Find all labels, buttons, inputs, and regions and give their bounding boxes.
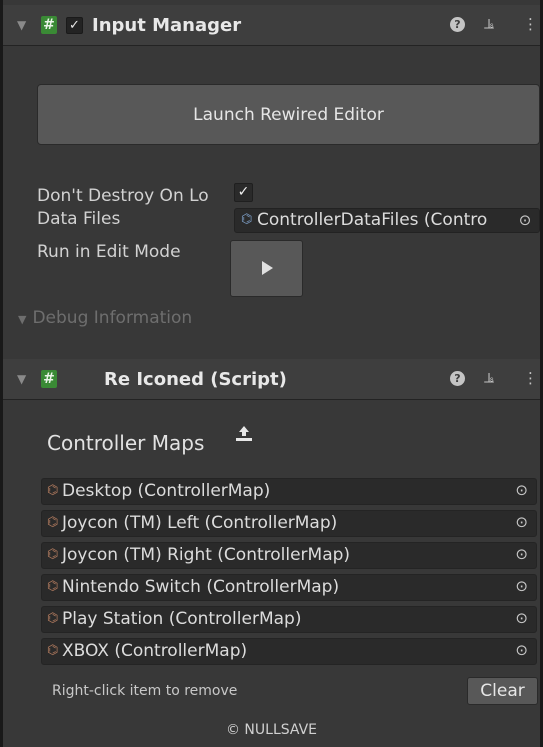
asset-icon: ⌬ [47,579,59,594]
asset-icon: ⌬ [47,483,59,498]
input-manager-header[interactable]: ▼ # ✓ Input Manager ? ⫡ ⋮ [3,5,540,46]
script-icon: # [41,16,57,34]
data-files-value: ControllerDataFiles (Contro [257,210,488,230]
controller-map-item[interactable]: ⌬ Joycon (TM) Left (ControllerMap) ⊙ [41,510,537,537]
controller-map-list: ⌬ Desktop (ControllerMap) ⊙ ⌬ Joycon (TM) Le… [41,478,537,670]
asset-icon: ⌬ [47,611,59,626]
asset-icon: ⌬ [47,515,59,530]
object-picker-icon[interactable]: ⊙ [515,609,528,627]
component-enabled-checkbox[interactable]: ✓ [66,17,83,34]
debug-information-foldout[interactable]: ▼ Debug Information [18,308,192,328]
fold-arrow-icon[interactable]: ▼ [17,372,26,386]
data-files-label: Data Files [37,209,121,229]
help-icon[interactable]: ? [450,17,465,32]
controller-map-item[interactable]: ⌬ Desktop (ControllerMap) ⊙ [41,478,537,505]
controller-map-item[interactable]: ⌬ Play Station (ControllerMap) ⊙ [41,606,537,633]
object-picker-icon[interactable]: ⊙ [515,545,528,563]
footer-copyright: © NULLSAVE [225,722,318,738]
run-in-edit-mode-label: Run in Edit Mode [37,242,181,262]
controller-map-label: Joycon (TM) Left (ControllerMap) [62,513,338,533]
context-menu-icon[interactable]: ⋮ [523,369,538,387]
component-title: Re Iconed (Script) [104,369,287,390]
play-icon [262,261,273,275]
run-in-edit-mode-play-button[interactable] [230,240,303,297]
debug-information-label: Debug Information [32,308,193,328]
reiconed-header[interactable]: ▼ # Re Iconed (Script) ? ⫡ ⋮ [3,359,540,400]
object-picker-icon[interactable]: ⊙ [515,577,528,595]
controller-maps-title: Controller Maps [47,431,205,455]
component-title: Input Manager [92,15,242,36]
object-picker-icon[interactable]: ⊙ [515,641,528,659]
controller-map-label: Nintendo Switch (ControllerMap) [62,577,340,597]
controller-map-label: Desktop (ControllerMap) [62,481,271,501]
fold-arrow-icon: ▼ [18,313,27,326]
help-icon[interactable]: ? [450,371,465,386]
asset-icon: ⌬ [47,547,59,562]
clear-button[interactable]: Clear [467,677,538,705]
asset-icon: ⌬ [241,212,253,227]
controller-map-label: XBOX (ControllerMap) [62,641,248,661]
data-files-field[interactable]: ⌬ ControllerDataFiles (Contro ⊙ [234,208,540,233]
object-picker-icon[interactable]: ⊙ [511,209,539,232]
context-menu-icon[interactable]: ⋮ [523,15,538,33]
controller-map-label: Play Station (ControllerMap) [62,609,302,629]
controller-map-item[interactable]: ⌬ Joycon (TM) Right (ControllerMap) ⊙ [41,542,537,569]
dont-destroy-label: Don't Destroy On Lo [37,186,209,206]
preset-settings-icon[interactable]: ⫡ [484,369,494,387]
launch-rewired-editor-button[interactable]: Launch Rewired Editor [37,84,540,145]
asset-icon: ⌬ [47,643,59,658]
preset-settings-icon[interactable]: ⫡ [484,15,494,33]
dont-destroy-checkbox[interactable]: ✓ [234,183,253,202]
fold-arrow-icon[interactable]: ▼ [17,18,26,32]
controller-map-item[interactable]: ⌬ Nintendo Switch (ControllerMap) ⊙ [41,574,537,601]
upload-icon[interactable] [234,424,254,444]
object-picker-icon[interactable]: ⊙ [515,513,528,531]
remove-hint: Right-click item to remove [52,683,238,699]
object-picker-icon[interactable]: ⊙ [515,481,528,499]
controller-map-item[interactable]: ⌬ XBOX (ControllerMap) ⊙ [41,638,537,665]
script-icon: # [41,370,57,388]
controller-map-label: Joycon (TM) Right (ControllerMap) [62,545,351,565]
